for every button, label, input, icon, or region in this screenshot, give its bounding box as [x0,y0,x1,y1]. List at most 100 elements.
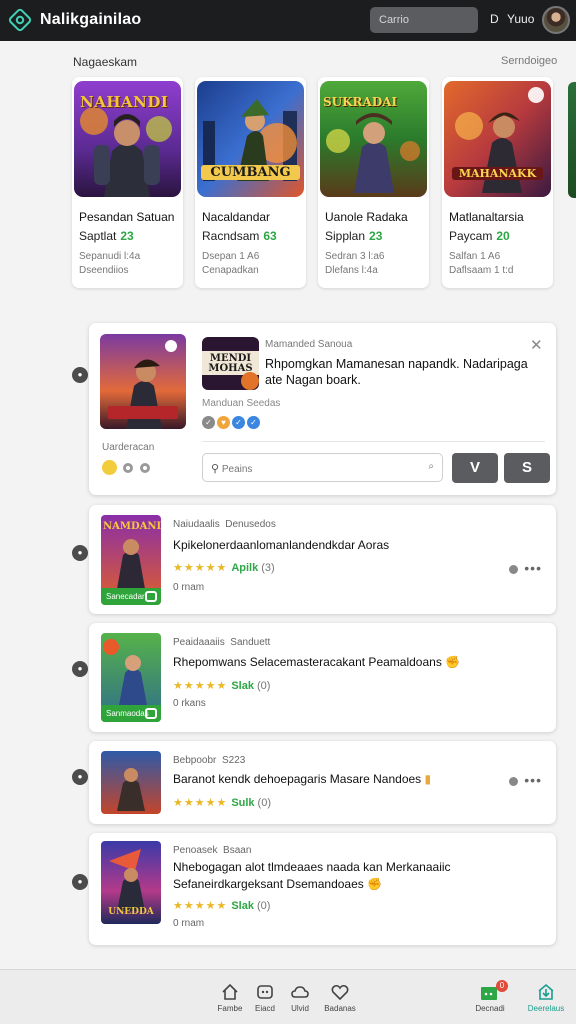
nav-home[interactable]: Fambe [210,982,250,1013]
app-title: Nalikgainilao [40,11,142,28]
featured-mini-art-title: MENDI MOHAS [208,353,253,374]
section-see-all-link[interactable]: Serndoigeo [501,55,557,67]
nav-favorites[interactable]: Badanas [320,982,360,1013]
list-item-title: Baranot kendk dehoepagaris Masare Nandoe… [173,772,432,786]
featured-hero-art [100,334,186,429]
coin-icon [102,460,117,476]
list-item[interactable]: Sanmaodas Peaidaaaiis Sanduett Rhepomwan… [89,623,556,732]
nav-label: Fambe [217,1004,243,1013]
featured-search-placeholder: Peains [221,464,253,475]
nav-library[interactable]: 0 Decnadi [470,980,510,1013]
bullet-icon: ● [72,545,88,561]
radio-icon[interactable] [139,462,150,473]
nav-video[interactable]: Ulvid [280,982,320,1013]
game-card-meta: Dlefans l:4a [325,265,378,276]
game-card[interactable]: SUKRADAI Uanole Radaka Sipplan 23 Sedran … [318,77,429,288]
featured-panel: MENDI MOHAS Mamanded Sanoua Rhpomgkan Ma… [89,323,556,495]
game-card-meta: Sepanudi l:4a [79,251,141,262]
bullet-icon: ● [72,367,88,383]
game-card-name: Uanole Radaka [325,210,408,224]
game-card-art-title: NAHANDI [80,93,169,111]
game-card-art: MAHANAKK [444,81,551,197]
featured-label: Uarderacan [102,442,155,453]
list-item[interactable]: UNEDDA Penoasek Bsaan Nhebogagan alot tl… [89,833,556,945]
heart-icon [331,984,349,1001]
list-item-title: Kpikelonerdaanlomanlandendkdar Aoras [173,538,390,552]
cloud-icon [291,986,309,998]
game-card-sub: Sipplan 23 [325,229,383,243]
search-submit-icon[interactable]: ⌕ [428,461,434,472]
nav-games[interactable]: Eiacd [245,982,285,1013]
list-item-publisher: Bebpoobr S223 [173,755,246,766]
featured-share-button[interactable]: S [504,453,550,483]
list-item-thumbnail: UNEDDA [101,841,161,924]
game-card-meta: Sedran 3 l:a6 [325,251,385,262]
game-card-art-title: MAHANAKK [452,167,543,180]
list-item-publisher: Peaidaaaiis Sanduett [173,637,271,648]
game-card[interactable]: CUMBANG Nacaldandar Racndsam 63 Dsepan 1 … [195,77,306,288]
avatar[interactable] [542,6,570,34]
install-strip[interactable]: Sanecadar [101,588,161,605]
check-icon: ✓ [247,416,260,430]
game-card-meta: Daflsaam 1 t:d [449,265,514,276]
next-card-peek[interactable] [568,82,576,198]
nav-label: Ulvid [291,1004,309,1013]
game-card-meta: Dsepan 1 A6 [202,251,260,262]
featured-publisher: Mamanded Sanoua [265,339,353,350]
list-item-publisher: Naiudaalis Denusedos [173,519,276,530]
featured-search-input[interactable]: ⚲ Peains ⌕ [202,453,443,482]
notification-badge: 0 [496,980,508,992]
list-item[interactable]: Bebpoobr S223 Baranot kendk dehoepagaris… [89,741,556,824]
gamepad-icon [257,985,273,999]
divider [202,441,545,442]
radio-icon[interactable] [123,462,134,473]
game-card-name: Nacaldandar [202,210,271,224]
game-card-sub: Paycam 20 [449,229,510,243]
nav-label: Deerelaus [527,1004,565,1013]
list-item-thumbnail: Sanmaodas [101,633,161,722]
list-item-meta: 0 rnam [173,582,205,593]
home-icon [222,983,238,1000]
list-item[interactable]: NAMDANI Sanecadar Naiudaalis Denusedos K… [89,505,556,614]
header-d-button[interactable]: D [490,12,499,26]
list-item-title: Nhebogagan alot tlmdeaaes naada kan Merk… [173,860,451,891]
list-item-publisher: Penoasek Bsaan [173,845,252,856]
nav-downloads[interactable]: Deerelaus [526,982,566,1013]
rating-stars: ★★★★★ Sulk (0) [173,797,271,809]
featured-description: Rhpomgkan Mamanesan napandk. Nadaripaga … [265,357,528,387]
game-card-meta: Salfan 1 A6 [449,251,501,262]
featured-coins [102,459,152,477]
list-item-meta: 0 rnam [173,918,205,929]
game-card-sub: Saptlat 23 [79,229,134,243]
game-card-art: SUKRADAI [320,81,427,197]
nav-label: Decnadi [475,1004,505,1013]
game-card-name: Pesandan Satuan [79,210,175,224]
list-item-thumbnail: NAMDANI Sanecadar [101,515,161,605]
rating-stars: ★★★★★ Slak (0) [173,680,271,692]
check-icon: ✓ [202,416,215,430]
search-icon: ⚲ [211,463,220,475]
header-user-label[interactable]: Yuuo [507,12,534,26]
nav-label: Badanas [324,1004,356,1013]
game-card-sub: Racndsam 63 [202,229,277,243]
close-icon[interactable]: ✕ [530,336,543,354]
bottom-nav: Fambe Eiacd Ulvid Badanas 0 Decnadi Deer… [0,969,576,1024]
game-card-name: Matlanaltarsia [449,210,524,224]
app-logo-icon[interactable] [8,8,32,32]
nav-label: Eiacd [254,1004,275,1013]
download-icon [538,983,554,1000]
check-icon: ✓ [232,416,245,430]
list-item-thumbnail [101,751,161,814]
bullet-icon: ● [72,661,88,677]
more-options-icon[interactable]: ••• [509,560,542,576]
bullet-icon: ● [72,874,88,890]
header-search-input[interactable]: Carrio [370,7,478,33]
game-card[interactable]: NAHANDI Pesandan Satuan Saptlat 23 Sepanu… [72,77,183,288]
bullet-icon: ● [72,769,88,785]
game-card[interactable]: MAHANAKK Matlanaltarsia Paycam 20 Salfan … [442,77,553,288]
game-card-art: CUMBANG [197,81,304,197]
more-options-icon[interactable]: ••• [509,772,542,788]
top-bar: Nalikgainilao Carrio D Yuuo [0,0,576,41]
install-strip[interactable]: Sanmaodas [101,705,161,722]
featured-v-button[interactable]: V [452,453,498,483]
